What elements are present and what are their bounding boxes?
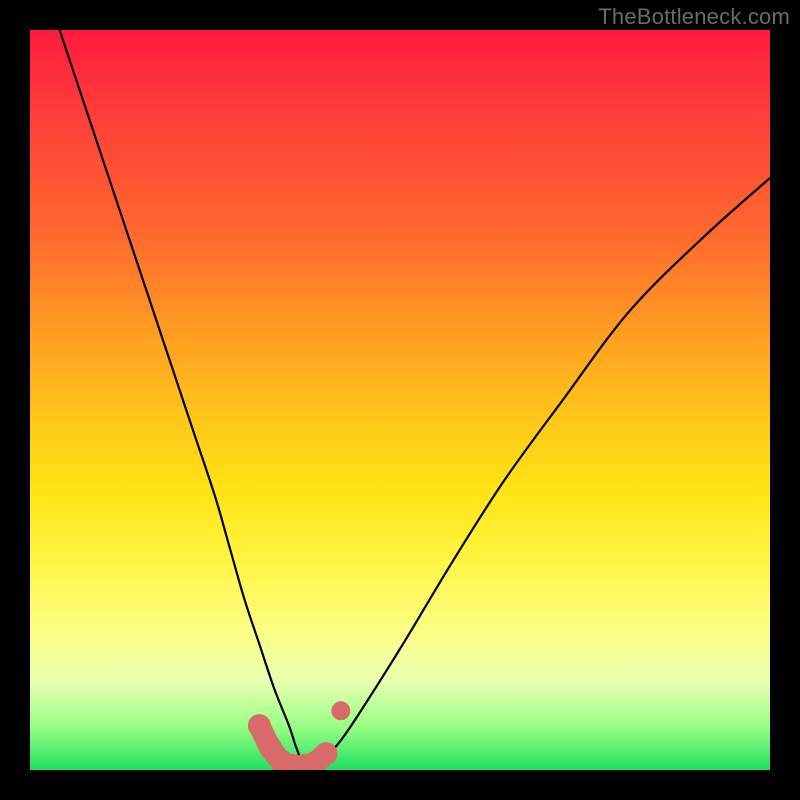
marker-dot	[315, 743, 337, 765]
chart-frame: TheBottleneck.com	[0, 0, 800, 800]
watermark-text: TheBottleneck.com	[598, 4, 790, 30]
bottleneck-curve	[60, 30, 770, 765]
chart-svg	[30, 30, 770, 770]
marker-dot	[332, 702, 350, 720]
marker-dot	[248, 715, 270, 737]
marker-group	[248, 702, 349, 770]
plot-area	[30, 30, 770, 770]
